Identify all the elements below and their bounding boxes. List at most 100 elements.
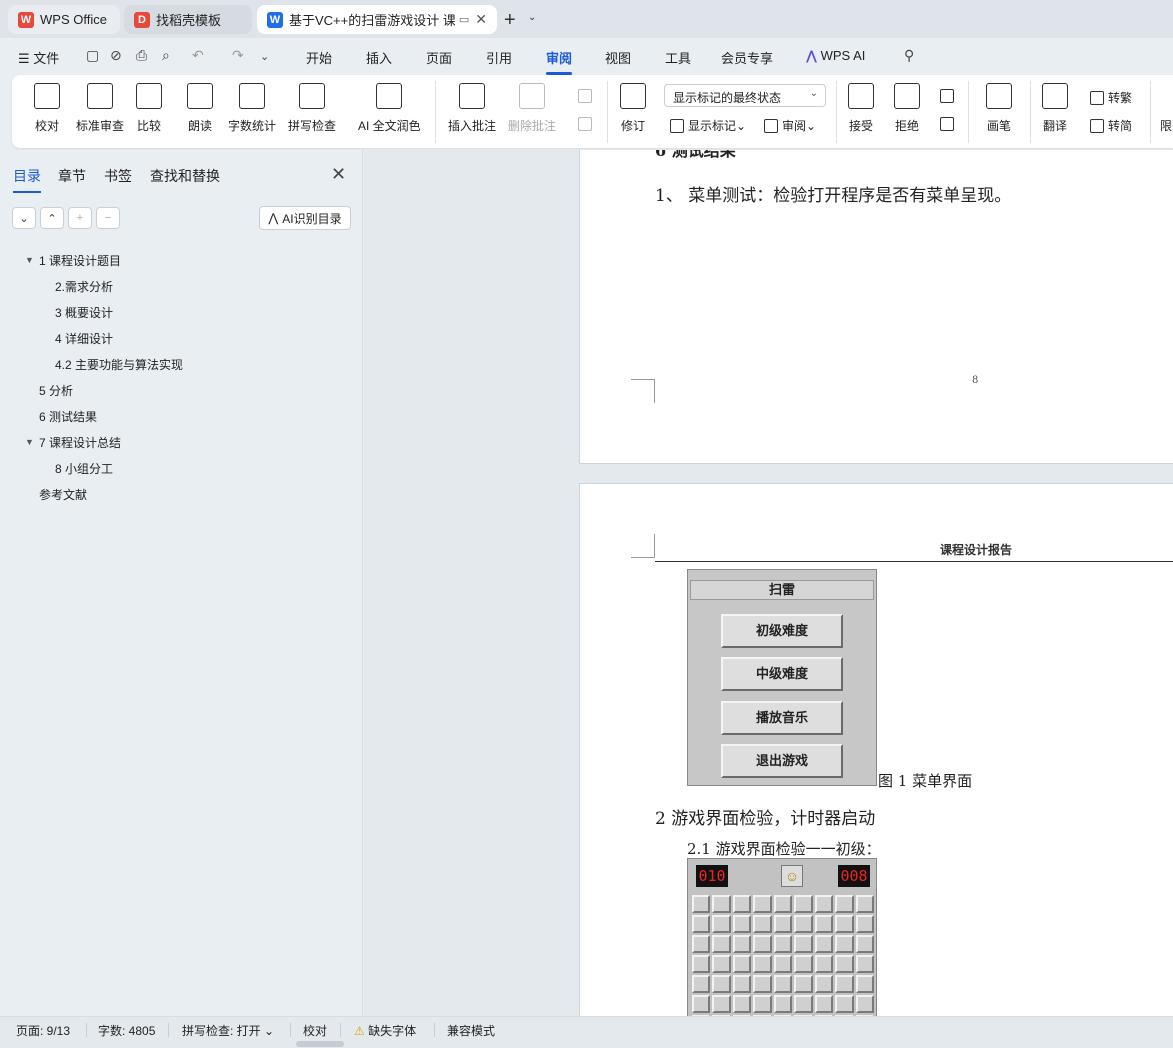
toc-item[interactable]: 5 分析: [39, 382, 73, 399]
search-icon[interactable]: ⚲: [904, 47, 914, 64]
mine-cell: [814, 975, 834, 993]
remove-heading-button[interactable]: −: [96, 207, 120, 229]
separator: [340, 1023, 341, 1037]
show-markup-icon: [670, 118, 684, 133]
nav-tab-toc[interactable]: 目录: [13, 166, 41, 193]
mine-cell: [814, 895, 834, 913]
delete-comment-label: 删除批注: [508, 119, 557, 133]
nav-tab-bookmarks[interactable]: 书签: [104, 166, 132, 186]
previous-change-icon[interactable]: [940, 89, 958, 103]
restrict-button[interactable]: 限: [1160, 117, 1172, 134]
toc-item[interactable]: 7 课程设计总结: [39, 434, 121, 451]
nav-tab-find-replace[interactable]: 查找和替换: [150, 166, 220, 186]
toc-item[interactable]: 3 概要设计: [55, 304, 113, 321]
toc-item[interactable]: 8 小组分工: [55, 460, 113, 477]
nav-tab-chapters[interactable]: 章节: [58, 166, 86, 186]
wps-logo-icon: W: [18, 11, 34, 28]
menu-review[interactable]: 审阅: [546, 48, 573, 75]
document-canvas[interactable]: 6 测试结果 1、 菜单测试：检验打开程序是否有菜单呈现。 8 课程设计报告 扫…: [364, 150, 1173, 1016]
ai-polish-button[interactable]: AI 全文润色: [358, 83, 421, 134]
toc-item[interactable]: 2.需求分析: [55, 278, 113, 295]
menu-view[interactable]: 视图: [605, 48, 631, 67]
status-word-count[interactable]: 字数: 4805: [98, 1022, 155, 1039]
save-icon[interactable]: ▢: [86, 47, 99, 64]
delete-comment-button[interactable]: 删除批注: [508, 83, 556, 134]
close-icon[interactable]: ✕: [331, 164, 346, 185]
menu-membership[interactable]: 会员专享: [721, 48, 773, 67]
track-changes-button[interactable]: 修订: [620, 83, 646, 134]
word-count-button[interactable]: 字数统计: [228, 83, 276, 134]
redo-icon[interactable]: ↷: [232, 47, 244, 64]
close-icon[interactable]: ✕: [475, 11, 487, 28]
add-heading-button[interactable]: +: [68, 207, 92, 229]
status-page[interactable]: 页面: 9/13: [16, 1022, 70, 1039]
chevron-up-icon: ⌃: [47, 212, 57, 225]
plus-icon[interactable]: +: [504, 9, 516, 32]
to-simplified-button[interactable]: 转简: [1090, 117, 1132, 134]
status-proofread[interactable]: 校对: [303, 1022, 327, 1039]
toc-item[interactable]: 6 测试结果: [39, 408, 97, 425]
ai-toc-label: AI识别目录: [282, 211, 342, 226]
chevron-down-icon[interactable]: ⌄: [260, 50, 269, 63]
spell-check-button[interactable]: 拼写检查: [288, 83, 336, 134]
monitor-icon[interactable]: ▭: [459, 13, 469, 26]
translate-icon: [1042, 83, 1068, 109]
toc-item[interactable]: 1 课程设计题目: [39, 252, 121, 269]
review-pane-button[interactable]: 审阅 ⌄: [764, 117, 816, 134]
print-preview-icon[interactable]: ⌕: [162, 47, 170, 64]
standard-review-button[interactable]: 标准审查: [76, 83, 124, 134]
reject-button[interactable]: 拒绝: [894, 83, 920, 134]
show-markup-button[interactable]: 显示标记 ⌄: [670, 117, 746, 134]
separator: [290, 1023, 291, 1037]
status-missing-font[interactable]: ⚠ 缺失字体: [354, 1022, 416, 1039]
plus-icon: +: [76, 212, 84, 224]
proofread-button[interactable]: 校对: [34, 83, 60, 134]
caret-down-icon[interactable]: ▼: [25, 437, 34, 447]
read-aloud-button[interactable]: 朗读: [187, 83, 213, 134]
menu-page[interactable]: 页面: [426, 48, 452, 67]
next-change-icon[interactable]: [940, 117, 958, 131]
chevron-down-icon: ⌄: [809, 88, 818, 99]
tab-document[interactable]: W 基于VC++的扫雷游戏设计 课 ▭ ✕: [257, 5, 497, 34]
accept-button[interactable]: 接受: [848, 83, 874, 134]
toc-item[interactable]: 4.2 主要功能与算法实现: [55, 356, 183, 373]
standard-review-label: 标准审查: [76, 119, 125, 133]
comment-add-icon: [459, 83, 485, 109]
mine-cell: [753, 975, 772, 993]
pen-button[interactable]: 画笔: [986, 83, 1012, 134]
next-comment-icon[interactable]: [578, 117, 596, 131]
menu-reference[interactable]: 引用: [486, 48, 512, 67]
insert-comment-button[interactable]: 插入批注: [448, 83, 496, 134]
expand-all-button[interactable]: ⌄: [12, 207, 36, 229]
menu-wps-ai[interactable]: ⋀ WPS AI: [806, 48, 865, 64]
caret-down-icon[interactable]: ▼: [25, 255, 34, 265]
chevron-down-icon[interactable]: ⌄: [528, 12, 536, 23]
menu-home[interactable]: 开始: [306, 48, 332, 67]
translate-button[interactable]: 翻译: [1042, 83, 1068, 134]
print-icon[interactable]: ⎙: [136, 47, 147, 64]
tab-wps-office[interactable]: W WPS Office: [8, 5, 120, 34]
menu-tools[interactable]: 工具: [665, 48, 691, 67]
previous-comment-icon[interactable]: [578, 89, 596, 103]
word-doc-icon: W: [267, 11, 283, 28]
undo-icon[interactable]: ↶: [192, 47, 204, 64]
compare-button[interactable]: 比较: [136, 83, 162, 134]
menu-screenshot-image: 扫雷 初级难度 中级难度 播放音乐 退出游戏: [687, 569, 877, 786]
tab-templates[interactable]: D 找稻壳模板: [124, 5, 252, 34]
collapse-all-button[interactable]: ⌃: [40, 207, 64, 229]
link-icon[interactable]: ⊘: [110, 47, 122, 64]
reject-icon: [894, 83, 920, 109]
toc-item[interactable]: 参考文献: [39, 486, 87, 503]
title-bar: W WPS Office D 找稻壳模板 W 基于VC++的扫雷游戏设计 课 ▭…: [0, 0, 1173, 38]
menu-file[interactable]: ☰ 文件: [18, 48, 59, 67]
mine-cell: [814, 935, 834, 953]
menu-insert[interactable]: 插入: [366, 48, 392, 67]
status-spell-check[interactable]: 拼写检查: 打开 ⌄: [182, 1022, 274, 1039]
markup-state-select[interactable]: 显示标记的最终状态 ⌄: [664, 84, 826, 107]
mine-cell: [712, 935, 731, 953]
hamburger-icon: ☰: [18, 51, 34, 66]
horizontal-scrollbar[interactable]: [296, 1041, 344, 1047]
ai-toc-button[interactable]: ⋀ AI识别目录: [259, 206, 351, 230]
to-traditional-button[interactable]: 转繁: [1090, 89, 1132, 106]
toc-item[interactable]: 4 详细设计: [55, 330, 113, 347]
